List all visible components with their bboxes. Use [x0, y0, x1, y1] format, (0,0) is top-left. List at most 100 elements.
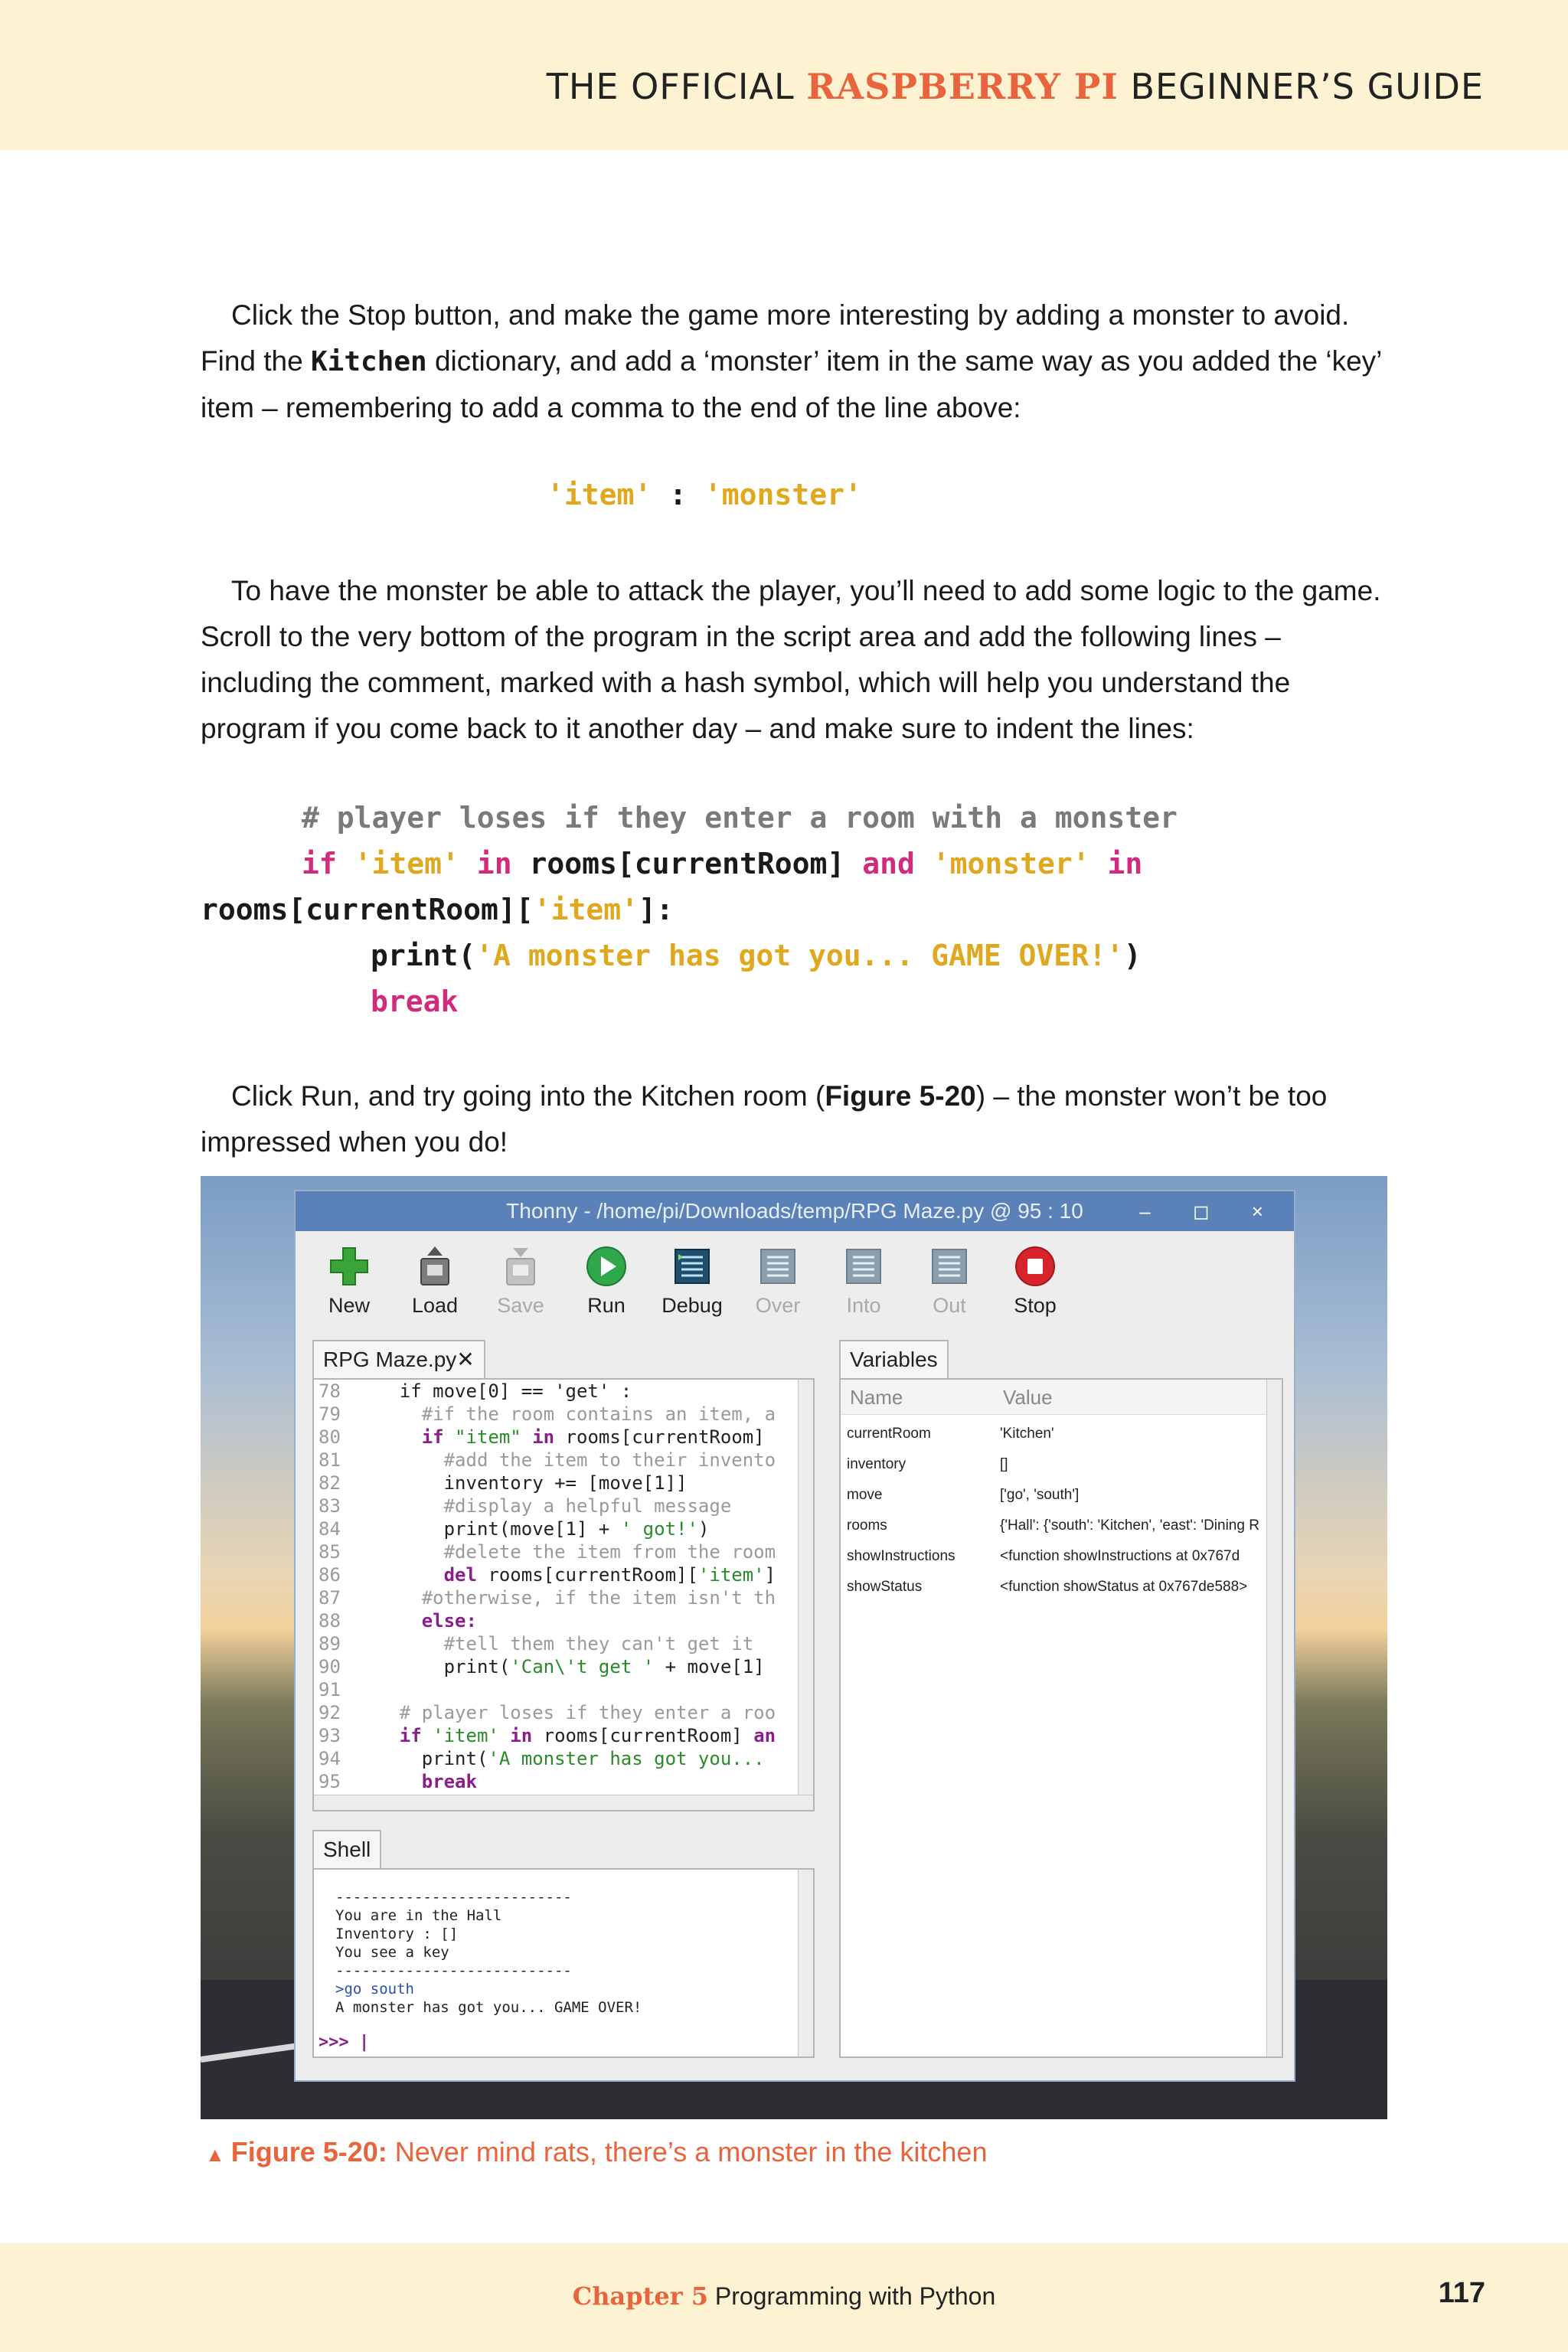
debug-button[interactable]: Debug [654, 1245, 730, 1318]
load-label: Load [411, 1294, 459, 1317]
window-title: Thonny - /home/pi/Downloads/temp/RPG Maz… [506, 1199, 1083, 1223]
code-in-keyword-2: in [1107, 847, 1143, 880]
code-print-close: ) [1123, 939, 1142, 972]
shell-panel[interactable]: --------------------------- You are in th… [312, 1868, 815, 2058]
stop-icon [1014, 1245, 1057, 1288]
editor-tab-label: RPG Maze.py [323, 1348, 457, 1371]
save-button[interactable]: Save [482, 1245, 559, 1318]
paragraph-monster-logic: To have the monster be able to attack th… [201, 568, 1387, 752]
step-into-icon [842, 1245, 885, 1288]
thonny-window[interactable]: Thonny - /home/pi/Downloads/temp/RPG Maz… [294, 1190, 1295, 2082]
variable-row[interactable]: currentRoom 'Kitchen' [847, 1426, 1054, 1442]
save-label: Save [497, 1294, 544, 1317]
code-colon: : [652, 478, 704, 511]
tab-editor-file[interactable]: RPG Maze.py✕ [312, 1340, 485, 1378]
book-title: THE OFFICIAL RASPBERRY PI BEGINNER’S GUI… [547, 66, 1484, 107]
load-button[interactable]: Load [397, 1245, 473, 1318]
variable-row[interactable]: showInstructions <function showInstructio… [847, 1548, 1269, 1565]
step-over-button[interactable]: Over [740, 1245, 816, 1318]
variable-value: {'Hall': {'south': 'Kitchen', 'east': 'D… [1000, 1517, 1259, 1534]
page-header: THE OFFICIAL RASPBERRY PI BEGINNER’S GUI… [0, 0, 1568, 150]
variable-name: showStatus [847, 1579, 923, 1595]
code-rooms-index-str: 'item' [533, 893, 639, 926]
book-title-prefix: THE OFFICIAL [546, 66, 807, 107]
variables-vertical-scrollbar[interactable] [1266, 1380, 1282, 2056]
code-comment: # player loses if they enter a room with… [302, 801, 1178, 835]
variables-name-column[interactable]: Name [850, 1386, 903, 1410]
step-into-button[interactable]: Into [825, 1245, 902, 1318]
chapter-label: Chapter 5 [572, 2282, 708, 2311]
editor-panel[interactable]: 78 if move[0] == 'get' : 79 #if the room… [312, 1378, 815, 1811]
tab-shell[interactable]: Shell [312, 1830, 382, 1868]
shell-output: --------------------------- You are in th… [335, 1888, 642, 2017]
code-break-keyword: break [371, 985, 459, 1018]
variable-row[interactable]: showStatus <function showStatus at 0x767d… [847, 1579, 1269, 1596]
code-comment-line: # player loses if they enter a room with… [302, 795, 1178, 841]
variables-panel[interactable]: Name Value currentRoom 'Kitchen' inventor… [839, 1378, 1283, 2058]
save-icon [499, 1245, 542, 1288]
code-and-keyword: and [862, 847, 915, 880]
editor-horizontal-scrollbar[interactable] [314, 1795, 813, 1810]
variable-row[interactable]: move ['go', 'south'] [847, 1487, 1079, 1504]
new-label: New [328, 1294, 370, 1317]
shell-line: --------------------------- [335, 1889, 572, 1906]
para2-text: To have the monster be able to attack th… [201, 575, 1381, 744]
shell-line: You see a key [335, 1944, 449, 1961]
editor-vertical-scrollbar[interactable] [798, 1380, 813, 1796]
code-rooms-index-b: ]: [638, 893, 674, 926]
run-label: Run [587, 1294, 626, 1317]
load-icon [413, 1245, 456, 1288]
caption-label: Figure 5-20: [230, 2136, 387, 2167]
code-monster-string: 'monster' [932, 847, 1090, 880]
shell-line: A monster has got you... GAME OVER! [335, 1999, 642, 2016]
step-over-icon [756, 1245, 799, 1288]
paragraph-stop-button: Click the Stop button, and make the game… [201, 292, 1387, 431]
window-controls[interactable]: – ◻ × [1139, 1191, 1282, 1231]
variable-name: showInstructions [847, 1548, 956, 1564]
variable-value: [] [1000, 1456, 1008, 1472]
code-item-key: 'item' [547, 478, 652, 511]
figure-reference: Figure 5-20 [825, 1080, 976, 1112]
code-print-string: 'A monster has got you... GAME OVER!' [475, 939, 1124, 972]
run-icon [585, 1245, 628, 1288]
new-button[interactable]: New [311, 1245, 387, 1318]
variable-row[interactable]: rooms {'Hall': {'south': 'Kitchen', 'east… [847, 1517, 1269, 1534]
paragraph-click-run: Click Run, and try going into the Kitche… [201, 1073, 1387, 1165]
close-icon[interactable]: ✕ [456, 1348, 474, 1371]
code-if-line: if 'item' in rooms[currentRoom] and 'mon… [302, 841, 1142, 887]
code-print-line: print('A monster has got you... GAME OVE… [371, 933, 1142, 978]
para3-text-a: Click Run, and try going into the Kitche… [231, 1080, 825, 1112]
code-monster-value: 'monster' [704, 478, 862, 511]
variable-value: ['go', 'south'] [1000, 1487, 1080, 1503]
shell-line: >go south [335, 1981, 414, 1998]
variable-row[interactable]: inventory [] [847, 1456, 1008, 1473]
shell-line: You are in the Hall [335, 1907, 502, 1924]
variable-name: move [847, 1487, 883, 1503]
code-rooms-expr: rooms[currentRoom] [529, 847, 845, 880]
variables-value-column[interactable]: Value [1003, 1386, 1053, 1410]
shell-vertical-scrollbar[interactable] [798, 1870, 813, 2056]
code-break-line: break [371, 978, 458, 1024]
code-block-monster-item: 'item' : 'monster' [547, 472, 862, 518]
step-over-label: Over [755, 1294, 801, 1317]
figure-caption: ▲ Figure 5-20: Never mind rats, there’s a… [205, 2136, 987, 2168]
figure-thonny-screenshot: Thonny - /home/pi/Downloads/temp/RPG Maz… [201, 1176, 1387, 2119]
inline-code-kitchen: Kitchen [310, 346, 427, 377]
chapter-name: Programming with Python [707, 2282, 996, 2310]
run-button[interactable]: Run [568, 1245, 645, 1318]
tab-variables[interactable]: Variables [839, 1340, 949, 1378]
caption-text: Never mind rats, there’s a monster in th… [387, 2136, 988, 2167]
book-title-suffix: BEGINNER’S GUIDE [1118, 66, 1484, 107]
shell-line: Inventory : [] [335, 1926, 459, 1942]
step-out-button[interactable]: Out [911, 1245, 988, 1318]
code-in-keyword: in [476, 847, 512, 880]
variable-value: <function showStatus at 0x767de588> [1000, 1579, 1248, 1595]
page-footer: Chapter 5 Programming with Python 117 [0, 2243, 1568, 2352]
stop-button[interactable]: Stop [997, 1245, 1073, 1318]
shell-prompt-input[interactable]: >>> | [318, 2033, 369, 2052]
variable-name: currentRoom [847, 1426, 931, 1442]
shell-line: --------------------------- [335, 1962, 572, 1979]
variables-table-header: Name Value [841, 1380, 1282, 1415]
editor-code[interactable]: 78 if move[0] == 'get' : 79 #if the room… [318, 1380, 776, 1793]
step-out-label: Out [933, 1294, 966, 1317]
